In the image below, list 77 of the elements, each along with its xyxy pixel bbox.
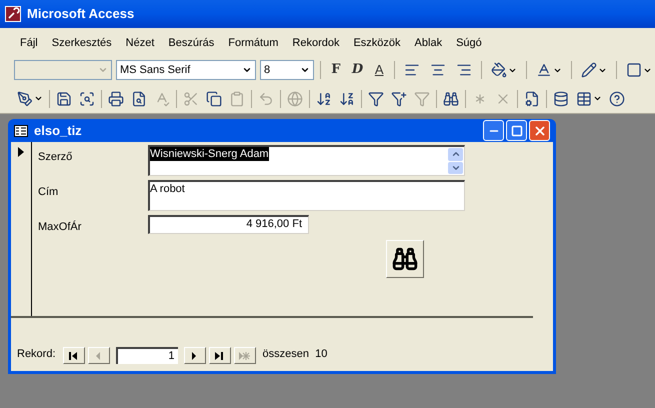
scroll-down-button[interactable]	[448, 162, 463, 174]
form-title: elso_tiz	[34, 122, 83, 140]
caret-icon	[34, 94, 43, 103]
find-button[interactable]	[386, 240, 424, 278]
field-value: Wisniewski-Snerg Adam	[150, 147, 269, 161]
form-icon	[14, 124, 28, 136]
current-record-icon	[18, 147, 24, 157]
text-field[interactable]: Wisniewski-Snerg Adam	[148, 145, 465, 176]
record-label: Rekord:	[17, 346, 56, 362]
menu-item[interactable]: Ablak	[408, 34, 448, 54]
font-color-icon	[536, 62, 552, 78]
record-number-field[interactable]: 1	[116, 347, 178, 364]
combo-value: 8	[263, 62, 272, 78]
align-left-icon	[404, 62, 420, 78]
align-center-icon	[430, 62, 446, 78]
menu-item[interactable]: Fájl	[14, 34, 44, 54]
record-total: összesen 10	[262, 346, 328, 362]
binoculars-icon	[443, 90, 459, 106]
window-title: Microsoft Access	[27, 5, 134, 24]
field-value: A robot	[150, 182, 185, 196]
text-field[interactable]: A robot	[148, 180, 465, 211]
caret-icon	[593, 94, 602, 103]
binoculars-icon	[392, 246, 418, 272]
font-combo[interactable]: MS Sans Serif	[116, 60, 256, 80]
clipboard-icon	[229, 90, 245, 106]
italic-button[interactable]: D	[348, 59, 366, 81]
maximize-button[interactable]	[506, 120, 527, 141]
bold-button[interactable]: F	[327, 59, 345, 81]
amount-field[interactable]: 4 916,00 Ft	[148, 215, 309, 234]
menu-item[interactable]: Formátum	[222, 34, 284, 54]
maximize-icon	[510, 124, 522, 136]
field-label: Szerző	[38, 150, 74, 165]
menu-item[interactable]: Eszközök	[347, 34, 407, 54]
pen-icon	[17, 90, 33, 106]
first-arrow-icon	[68, 350, 80, 360]
line-color-icon	[581, 62, 598, 78]
database-icon	[553, 90, 569, 106]
close-button[interactable]	[529, 120, 550, 141]
save-icon	[56, 90, 72, 106]
menu-item[interactable]: Szerkesztés	[46, 34, 118, 54]
globe-icon	[287, 90, 303, 106]
filter-icon	[368, 90, 384, 106]
menu-item[interactable]: Beszúrás	[162, 34, 220, 54]
size-combo[interactable]: 8	[260, 60, 314, 80]
scissors-icon	[183, 90, 199, 106]
filter-icon	[414, 90, 430, 106]
properties-icon	[524, 90, 540, 106]
menu-item[interactable]: Rekordok	[286, 34, 346, 54]
undo-icon	[258, 90, 274, 106]
minimize-button[interactable]	[483, 120, 504, 141]
menu-item[interactable]: Súgó	[450, 34, 488, 54]
close-icon	[532, 124, 546, 138]
align-right-icon	[456, 62, 472, 78]
help-icon	[609, 90, 625, 106]
underline-button[interactable]: A	[370, 59, 388, 81]
search-icon	[79, 90, 95, 106]
field-label: MaxOfÁr	[38, 220, 82, 235]
field-label: Cím	[38, 185, 60, 200]
next-record-button[interactable]	[184, 347, 206, 364]
field-value: 4 916,00 Ft	[246, 217, 302, 231]
printer-icon	[108, 90, 124, 106]
combo-value: MS Sans Serif	[119, 62, 192, 78]
new-object-icon	[576, 90, 592, 106]
new-arrow-icon	[239, 350, 250, 360]
sort-descending-icon	[339, 90, 355, 106]
first-record-button[interactable]	[62, 347, 85, 364]
preview-icon	[131, 90, 147, 106]
fill-color-icon	[491, 62, 508, 78]
scroll-up-button[interactable]	[448, 148, 463, 160]
last-record-button[interactable]	[208, 347, 231, 364]
menu-item[interactable]: Nézet	[120, 34, 160, 54]
record-number: 1	[168, 349, 175, 364]
sort-ascending-icon	[316, 90, 332, 106]
filter-form-icon	[391, 90, 407, 106]
last-arrow-icon	[214, 350, 226, 360]
copy-icon	[206, 90, 222, 106]
border-icon	[626, 62, 642, 78]
